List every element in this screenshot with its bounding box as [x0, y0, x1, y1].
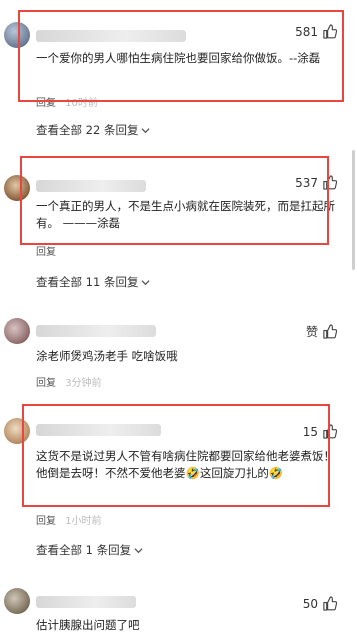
chevron-down-icon	[141, 279, 150, 285]
reply-button[interactable]: 回复	[36, 378, 56, 389]
username[interactable]	[36, 596, 136, 608]
avatar[interactable]	[4, 22, 30, 48]
comment-text: 估计胰腺出问题了吧	[36, 618, 140, 632]
like-count: 537	[295, 175, 318, 190]
avatar[interactable]	[4, 175, 30, 201]
username[interactable]	[36, 424, 161, 436]
comment-meta: 回复	[36, 243, 62, 258]
comment-meta: 回复 1小时前	[36, 512, 102, 527]
thumbs-up-icon	[323, 24, 337, 39]
like-button[interactable]: 15	[303, 424, 337, 439]
like-count: 赞	[305, 325, 318, 339]
timestamp: 1小时前	[65, 516, 102, 527]
thumbs-up-icon	[323, 324, 337, 339]
comment-meta: 回复 10时前	[36, 94, 98, 109]
comment-text: 一个爱你的男人哪怕生病住院也要回家给你做饭。--涂磊	[36, 51, 321, 65]
comment-meta: 回复 3分钟前	[36, 374, 102, 389]
scrollbar[interactable]	[352, 150, 355, 270]
like-button[interactable]: 537	[295, 175, 337, 190]
thumbs-up-icon	[323, 175, 337, 190]
avatar[interactable]	[4, 588, 30, 614]
thumbs-up-icon	[323, 596, 337, 611]
avatar[interactable]	[4, 318, 30, 344]
reply-button[interactable]: 回复	[36, 516, 56, 527]
view-all-replies[interactable]: 查看全部 1 条回复	[36, 542, 143, 558]
like-count: 50	[302, 596, 318, 611]
username[interactable]	[36, 180, 146, 192]
username[interactable]	[36, 325, 156, 337]
comment-text: 一个真正的男人，不是生点小病就在医院装死，而是扛起所有。 ———涂磊	[36, 199, 335, 230]
view-all-label: 查看全部 1 条回复	[36, 543, 132, 557]
username[interactable]	[36, 30, 186, 42]
comment-text: 这货不是说过男人不管有啥病住院都要回家给他老婆煮饭！他倒是去呀！不然不爱他老婆🤣…	[36, 449, 335, 480]
view-all-replies[interactable]: 查看全部 11 条回复	[36, 274, 150, 290]
thumbs-up-icon	[323, 424, 337, 439]
like-count: 15	[302, 424, 318, 439]
timestamp: 10时前	[65, 98, 98, 109]
like-count: 581	[295, 24, 318, 39]
avatar[interactable]	[4, 418, 30, 444]
timestamp: 3分钟前	[65, 378, 102, 389]
view-all-replies[interactable]: 查看全部 22 条回复	[36, 122, 150, 138]
view-all-label: 查看全部 11 条回复	[36, 275, 139, 289]
reply-button[interactable]: 回复	[36, 247, 56, 258]
view-all-label: 查看全部 22 条回复	[36, 123, 139, 137]
chevron-down-icon	[134, 547, 143, 553]
reply-button[interactable]: 回复	[36, 98, 56, 109]
like-button[interactable]: 581	[295, 24, 337, 39]
like-button[interactable]: 50	[303, 596, 337, 611]
comment-text: 涂老师煲鸡汤老手 吃啥饭哦	[36, 349, 178, 363]
like-button[interactable]: 赞	[306, 323, 337, 340]
chevron-down-icon	[141, 127, 150, 133]
